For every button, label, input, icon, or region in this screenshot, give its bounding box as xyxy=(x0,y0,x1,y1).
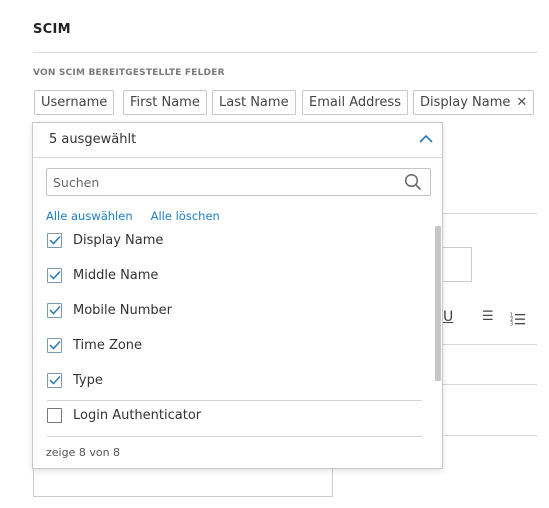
background-divider xyxy=(443,384,537,385)
option-mobile-number[interactable]: Mobile Number xyxy=(47,299,172,321)
chip-label: Username xyxy=(41,95,108,110)
chip-label: Display Name xyxy=(420,95,511,110)
provided-fields-label: VON SCIM BEREITGESTELLTE FELDER xyxy=(33,68,225,78)
background-box[interactable] xyxy=(33,465,333,497)
checkbox[interactable] xyxy=(47,407,62,423)
field-multiselect-dropdown[interactable]: 5 ausgewählt Alle auswählenAlle löschen … xyxy=(32,122,443,469)
option-label: Mobile Number xyxy=(73,302,172,318)
check-icon xyxy=(48,270,61,280)
chevron-up-icon[interactable] xyxy=(419,134,433,144)
chip-email-address: Email Address xyxy=(302,90,408,115)
numbered-list-button[interactable]: 1 2 3 xyxy=(510,311,526,330)
option-display-name[interactable]: Display Name xyxy=(47,229,163,251)
scrollbar-thumb[interactable] xyxy=(435,226,441,381)
chip-label: Email Address xyxy=(309,95,401,110)
option-label: Time Zone xyxy=(73,337,143,353)
option-time-zone[interactable]: Time Zone xyxy=(47,334,142,356)
chip-label: First Name xyxy=(130,95,200,110)
bullet-list-icon: ☰ xyxy=(482,309,494,324)
result-count: zeige 8 von 8 xyxy=(46,446,121,459)
check-icon xyxy=(48,340,61,350)
chip-label: Last Name xyxy=(219,95,289,110)
background-divider xyxy=(443,344,537,345)
section-title: SCIM xyxy=(33,22,71,37)
checkbox[interactable] xyxy=(47,267,62,283)
section-divider xyxy=(33,52,537,53)
dropdown-header[interactable]: 5 ausgewählt xyxy=(33,123,442,158)
search-box[interactable] xyxy=(46,168,431,196)
selected-count: 5 ausgewählt xyxy=(49,132,137,147)
bullet-list-button[interactable]: ☰ xyxy=(482,309,494,324)
background-divider xyxy=(443,213,537,214)
option-login-authenticator[interactable]: Login Authenticator xyxy=(47,404,201,426)
option-label: Type xyxy=(73,372,103,388)
option-label: Middle Name xyxy=(73,267,159,283)
option-type[interactable]: Type xyxy=(47,369,103,391)
numbered-list-icon: 1 2 3 xyxy=(510,313,525,328)
chip-remove-icon[interactable]: ✕ xyxy=(516,95,527,110)
underline-button[interactable]: U xyxy=(443,309,453,325)
option-label: Display Name xyxy=(73,232,164,248)
checkbox[interactable] xyxy=(47,337,62,353)
search-icon[interactable] xyxy=(404,173,422,191)
chip-display-name: Display Name ✕ xyxy=(413,90,535,115)
check-icon xyxy=(48,305,61,315)
checkbox[interactable] xyxy=(47,302,62,318)
option-label: Login Authenticator xyxy=(73,407,202,423)
search-input[interactable] xyxy=(47,169,387,195)
chip-first-name: First Name xyxy=(123,90,207,115)
options-divider xyxy=(47,400,422,401)
select-all-link[interactable]: Alle auswählen xyxy=(46,209,133,223)
checkbox[interactable] xyxy=(47,232,62,248)
footer-divider xyxy=(47,436,422,437)
chip-username: Username xyxy=(34,90,115,115)
chip-last-name: Last Name xyxy=(212,90,296,115)
clear-all-link[interactable]: Alle löschen xyxy=(151,209,220,223)
option-middle-name[interactable]: Middle Name xyxy=(47,264,158,286)
check-icon xyxy=(48,235,61,245)
bulk-actions: Alle auswählen Alle löschen xyxy=(46,209,220,223)
background-divider xyxy=(443,435,537,436)
underline-label: U xyxy=(443,309,454,325)
check-icon xyxy=(48,375,61,385)
checkbox[interactable] xyxy=(47,372,62,388)
svg-text:3: 3 xyxy=(510,322,513,327)
